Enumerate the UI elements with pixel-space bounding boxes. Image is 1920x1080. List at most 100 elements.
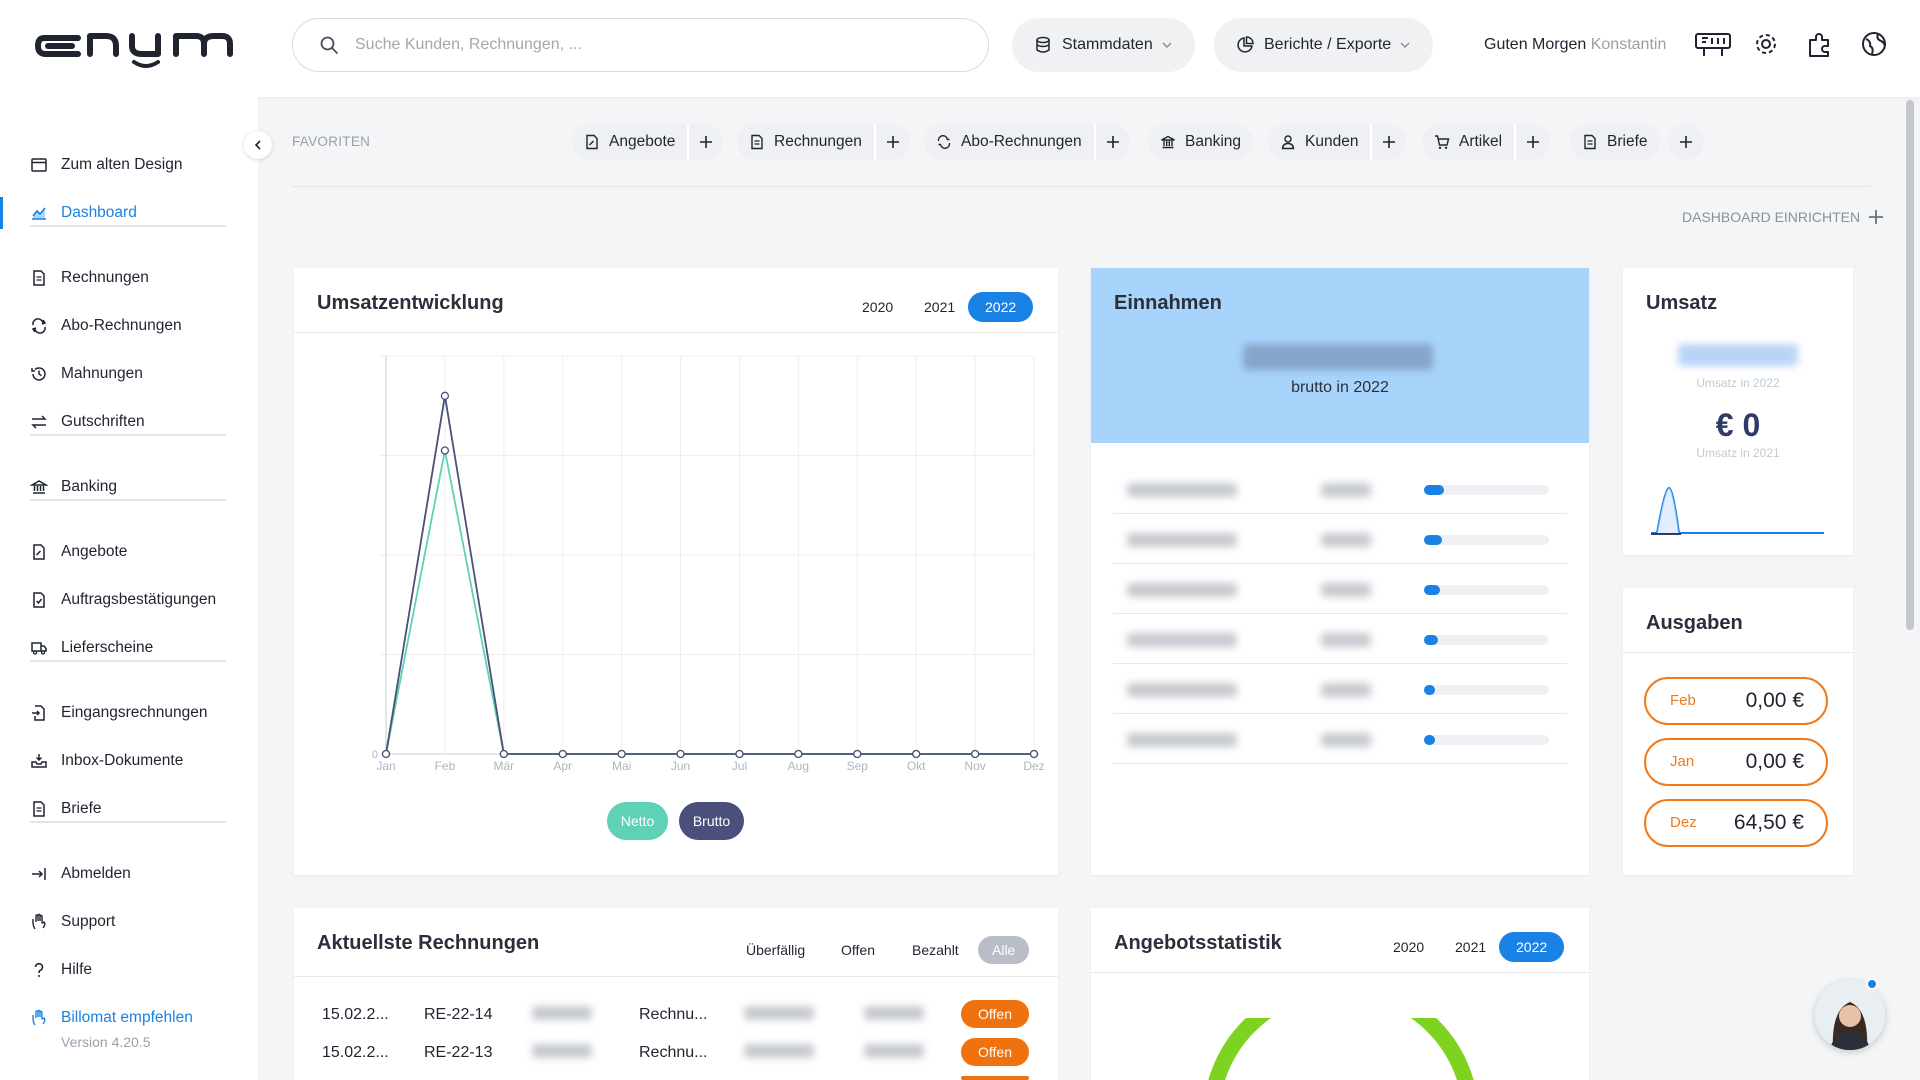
dashboard-setup-link[interactable]: DASHBOARD EINRICHTEN <box>1682 209 1884 225</box>
year-2021-tab[interactable]: 2021 <box>924 292 955 322</box>
blurred-amount <box>1321 483 1371 497</box>
umsatz-sparkline <box>1651 486 1824 535</box>
blurred-amount <box>1321 683 1371 697</box>
search-bar[interactable] <box>292 18 989 72</box>
document-check-icon <box>33 592 45 608</box>
blurred-customer-name <box>1127 733 1237 747</box>
berichte-menu[interactable]: Berichte / Exporte <box>1214 18 1434 72</box>
series-line-brutto <box>385 395 1034 755</box>
status-badge: Offen <box>961 1000 1029 1028</box>
add-angebot-button[interactable] <box>687 124 723 160</box>
favorites-label: FAVORITEN <box>292 134 371 149</box>
blurred-amount <box>744 1006 814 1020</box>
favorite-briefe[interactable]: Briefe <box>1570 124 1660 160</box>
add-kunde-button[interactable] <box>1370 124 1406 160</box>
data-point-brutto <box>499 749 508 759</box>
sidebar-item-banking[interactable]: Banking <box>0 467 258 507</box>
ausgaben-item[interactable]: Jan 0,00 € <box>1644 738 1828 786</box>
favorite-angebote[interactable]: Angebote <box>572 124 724 160</box>
angebotsstatistik-card: Angebotsstatistik 2020 2021 2022 <box>1091 908 1589 1080</box>
sidebar-item-label: Hilfe <box>61 961 93 978</box>
add-artikel-button[interactable] <box>1514 124 1550 160</box>
sidebar-item-rechnungen[interactable]: Rechnungen <box>0 258 258 298</box>
sidebar-item-inbox-dokumente[interactable]: Inbox-Dokumente <box>0 741 258 781</box>
sidebar-item-eingangsrechnungen[interactable]: Eingangsrechnungen <box>0 693 258 733</box>
document-import-icon <box>32 705 45 721</box>
sidebar-item-briefe[interactable]: Briefe <box>0 789 258 829</box>
sidebar-item-dashboard[interactable]: Dashboard <box>0 193 258 233</box>
globe-icon[interactable] <box>1860 30 1888 58</box>
sidebar-item-label: Inbox-Dokumente <box>61 752 184 769</box>
data-point-brutto <box>970 749 980 759</box>
data-point-netto <box>440 446 450 455</box>
favorite-banking[interactable]: Banking <box>1148 124 1254 160</box>
sidebar-item-gutschriften[interactable]: Gutschriften <box>0 402 258 442</box>
stammdaten-menu[interactable]: Stammdaten <box>1012 18 1195 72</box>
filter-bezahlt[interactable]: Bezahlt <box>912 936 959 964</box>
sidebar-item-auftragsbestaetigungen[interactable]: Auftragsbestätigungen <box>0 580 258 620</box>
filter-ueberfaellig[interactable]: Überfällig <box>746 936 805 964</box>
favorite-kunden[interactable]: Kunden <box>1268 124 1407 160</box>
sidebar-item-label: Gutschriften <box>61 413 145 430</box>
favorite-label: Angebote <box>609 133 676 150</box>
add-favorite-button[interactable] <box>1668 124 1704 160</box>
favorite-rechnungen[interactable]: Rechnungen <box>737 124 910 160</box>
favorite-label: Kunden <box>1305 133 1359 150</box>
favorite-abo-rechnungen[interactable]: Abo-Rechnungen <box>924 124 1130 160</box>
add-abo-rechnung-button[interactable] <box>1093 124 1130 160</box>
year-2022-tab[interactable]: 2022 <box>968 292 1034 322</box>
add-rechnung-button[interactable] <box>873 124 910 160</box>
support-chat-avatar[interactable] <box>1815 980 1885 1050</box>
enum-logo-mark <box>35 33 233 68</box>
sidebar-item-angebote[interactable]: Angebote <box>0 532 258 572</box>
progress-track <box>1424 635 1549 645</box>
page-scrollbar[interactable] <box>1906 100 1914 630</box>
sidebar-item-abmelden[interactable]: Abmelden <box>0 854 258 894</box>
ausgaben-card: Ausgaben Feb 0,00 € Jan 0,00 € Dez 64,50… <box>1623 588 1853 875</box>
document-icon <box>751 134 763 150</box>
favorite-label: Briefe <box>1607 133 1648 150</box>
legend-brutto-toggle[interactable]: Brutto <box>679 802 744 840</box>
year-2020-tab[interactable]: 2020 <box>862 292 893 322</box>
sidebar-item-abo-rechnungen[interactable]: Abo-Rechnungen <box>0 306 258 346</box>
enum-logo[interactable] <box>34 20 259 70</box>
billomat-badge-icon[interactable] <box>1694 28 1732 60</box>
database-icon <box>1036 36 1050 53</box>
blurred-customer-name <box>1127 483 1237 497</box>
gear-icon[interactable] <box>1750 28 1782 60</box>
year-2020-tab[interactable]: 2020 <box>1393 932 1424 962</box>
sidebar-item-mahnungen[interactable]: Mahnungen <box>0 354 258 394</box>
favorite-artikel[interactable]: Artikel <box>1422 124 1551 160</box>
legend-netto-toggle[interactable]: Netto <box>607 802 668 840</box>
row-divider <box>1113 763 1567 764</box>
search-input[interactable] <box>355 36 955 54</box>
blurred-amount <box>864 1006 924 1020</box>
repeat-icon <box>31 318 47 334</box>
sidebar-divider <box>30 499 226 501</box>
year-2022-tab[interactable]: 2022 <box>1499 932 1565 962</box>
filter-offen[interactable]: Offen <box>841 936 875 964</box>
sidebar-item-hilfe[interactable]: Hilfe <box>0 950 258 990</box>
ausgaben-item[interactable]: Dez 64,50 € <box>1644 799 1828 847</box>
sidebar-item-label: Auftragsbestätigungen <box>61 591 217 608</box>
sidebar-item-old-design[interactable]: Zum alten Design <box>0 145 258 185</box>
filter-alle[interactable]: Alle <box>978 936 1030 964</box>
sidebar-collapse-button[interactable] <box>244 131 272 159</box>
ausgaben-month: Dez <box>1670 814 1697 831</box>
chevron-down-icon <box>1162 42 1172 49</box>
ausgaben-item[interactable]: Feb 0,00 € <box>1644 677 1828 725</box>
year-2021-tab[interactable]: 2021 <box>1455 932 1486 962</box>
pie-chart-icon <box>1237 36 1254 53</box>
plus-icon <box>1527 136 1540 148</box>
sidebar-item-lieferscheine[interactable]: Lieferscheine <box>0 628 258 668</box>
plus-icon <box>700 136 713 148</box>
card-title: Ausgaben <box>1646 612 1743 634</box>
sidebar-item-support[interactable]: Support <box>0 902 258 942</box>
sidebar-divider <box>30 434 226 436</box>
sidebar-item-billomat-empfehlen[interactable]: Billomat empfehlen <box>0 998 258 1038</box>
window-icon <box>31 158 47 172</box>
support-person-icon <box>1815 980 1885 1050</box>
ausgaben-month: Feb <box>1670 692 1696 709</box>
puzzle-icon[interactable] <box>1804 28 1836 60</box>
rechnungen-card: Aktuellste Rechnungen Überfällig Offen B… <box>294 908 1058 1080</box>
